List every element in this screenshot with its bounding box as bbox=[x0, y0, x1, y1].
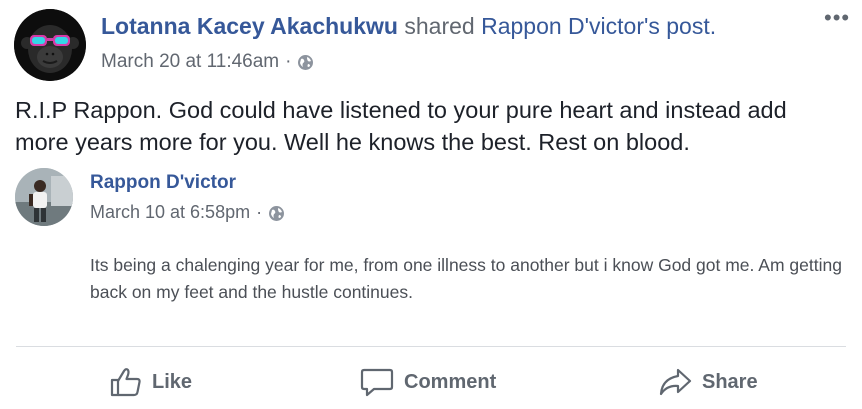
author-name-link[interactable]: Lotanna Kacey Akachukwu bbox=[101, 13, 398, 39]
actions-divider bbox=[16, 346, 846, 347]
share-arrow-icon bbox=[659, 368, 692, 396]
like-label: Like bbox=[152, 370, 193, 393]
post-meta: March 20 at 11:46am · bbox=[101, 50, 314, 74]
more-options-button[interactable]: ••• bbox=[824, 7, 850, 29]
shared-verb: shared bbox=[397, 13, 482, 39]
shared-source-link[interactable]: Rappon D'victor's post. bbox=[481, 13, 716, 39]
author-avatar[interactable] bbox=[14, 9, 86, 81]
post-header: Lotanna Kacey Akachukwu shared Rappon D'… bbox=[101, 11, 716, 41]
comment-label: Comment bbox=[404, 370, 497, 393]
shared-meta-separator: · bbox=[256, 202, 263, 222]
shared-author-name-link[interactable]: Rappon D'victor bbox=[90, 171, 236, 195]
shared-post-timestamp-link[interactable]: March 10 at 6:58pm bbox=[90, 200, 250, 224]
post-timestamp-link[interactable]: March 20 at 11:46am bbox=[101, 50, 279, 74]
shared-post-card: Lotanna Kacey Akachukwu shared Rappon D'… bbox=[0, 0, 862, 409]
globe-icon[interactable] bbox=[297, 54, 314, 71]
meta-separator: · bbox=[285, 51, 292, 72]
shared-author-avatar[interactable] bbox=[15, 168, 73, 226]
share-button[interactable]: Share bbox=[658, 364, 758, 400]
globe-icon[interactable] bbox=[268, 204, 285, 221]
shared-post-meta: March 10 at 6:58pm · bbox=[90, 200, 285, 224]
thumbs-up-icon bbox=[110, 368, 141, 397]
speech-bubble-icon bbox=[360, 368, 394, 397]
like-button[interactable]: Like bbox=[110, 364, 192, 400]
post-body-text: R.I.P Rappon. God could have listened to… bbox=[15, 97, 787, 155]
share-label: Share bbox=[702, 370, 758, 393]
comment-button[interactable]: Comment bbox=[360, 364, 496, 400]
shared-post-body-text: Its being a chalenging year for me, from… bbox=[90, 255, 842, 302]
